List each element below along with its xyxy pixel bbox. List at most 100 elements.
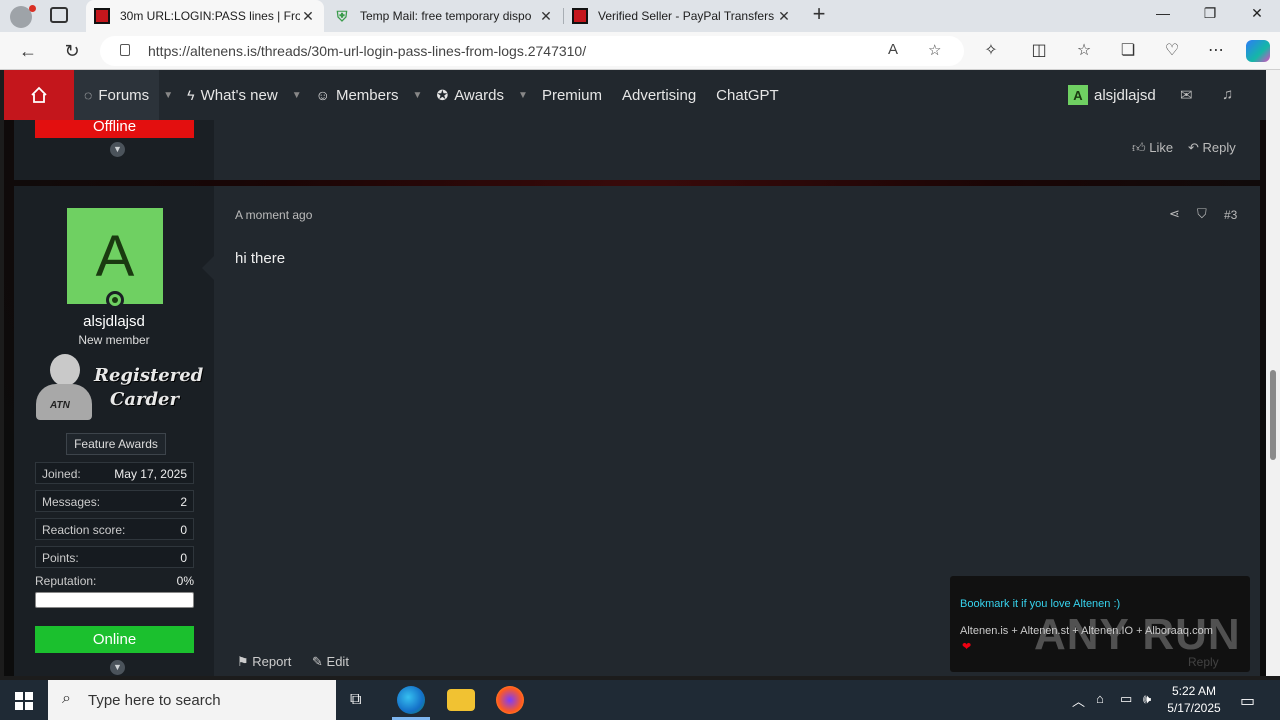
close-tab-icon[interactable]: ✕	[300, 8, 316, 25]
stat-label: Joined:	[42, 467, 81, 481]
url-field[interactable]: https://altenens.is/threads/30m-url-logi…	[100, 36, 964, 66]
stat-joined: Joined: May 17, 2025	[35, 462, 194, 484]
stat-messages[interactable]: Messages: 2	[35, 490, 194, 512]
bolt-icon: ϟ	[187, 87, 195, 103]
bell-icon[interactable]: ♫	[1222, 86, 1233, 103]
windows-start-icon[interactable]	[15, 692, 33, 710]
forum-icon: ◌	[84, 87, 93, 103]
like-label: Like	[1149, 140, 1174, 155]
nav-members[interactable]: ☺ Members	[306, 70, 409, 120]
network-icon[interactable]: ⌂	[1096, 691, 1104, 706]
rank-badge-text: ATN	[50, 400, 70, 411]
volume-icon[interactable]: 🕪︎	[1143, 691, 1151, 707]
nav-chatgpt[interactable]: ChatGPT	[706, 70, 789, 120]
stat-value: 0	[180, 523, 187, 537]
browser-tab-strip: 30m URL:LOGIN:PASS lines | From ✕ ⛨ Temp…	[0, 0, 1280, 32]
nav-label: Advertising	[621, 86, 697, 104]
chevron-down-icon[interactable]: ▼	[110, 660, 125, 675]
nav-advertising[interactable]: Advertising	[612, 70, 706, 120]
favorite-star-icon[interactable]: ☆	[928, 41, 941, 59]
scrollbar-thumb[interactable]	[1270, 370, 1276, 460]
file-explorer-icon[interactable]	[447, 689, 475, 711]
edit-button[interactable]: ✎ Edit	[312, 654, 349, 670]
bookmark-icon[interactable]: ⛉	[1197, 206, 1207, 222]
browser-essentials-icon[interactable]: ♡	[1160, 40, 1184, 60]
read-aloud-icon[interactable]: A	[888, 41, 898, 58]
post-number-link[interactable]: #3	[1224, 208, 1237, 222]
tab-title: Temp Mail: free temporary dispo	[360, 9, 532, 23]
post-timestamp[interactable]: A moment ago	[235, 208, 312, 222]
report-button[interactable]: ⚑ Report	[237, 654, 291, 670]
stat-reaction-score[interactable]: Reaction score: 0	[35, 518, 194, 540]
envelope-icon[interactable]: ✉	[1180, 86, 1193, 104]
rank-line-1: Registered	[94, 365, 204, 386]
avatar: A	[1068, 85, 1088, 105]
browser-tab-3[interactable]: Verified Seller - PayPal Transfers ✕	[564, 0, 800, 32]
ghost-reply-text: Reply	[1188, 655, 1219, 669]
altenen-icon	[94, 8, 110, 24]
copilot-icon[interactable]	[1246, 40, 1270, 62]
stat-value: 0	[180, 551, 187, 565]
firefox-icon[interactable]	[496, 686, 524, 714]
like-button[interactable]: 👍︎ Like	[1132, 140, 1173, 156]
monitor-icon[interactable]: ▭	[1120, 691, 1132, 707]
home-button[interactable]	[4, 70, 74, 120]
minimize-icon[interactable]: —	[1140, 5, 1186, 21]
user-menu[interactable]: A alsjdlajsd	[1068, 85, 1156, 105]
refresh-icon[interactable]: ↻	[60, 40, 84, 62]
members-icon: ☺	[315, 87, 330, 103]
close-tab-icon[interactable]: ✕	[776, 8, 792, 25]
split-screen-icon[interactable]: ◫	[1027, 40, 1051, 60]
feature-awards-button[interactable]: Feature Awards	[66, 433, 166, 455]
share-icon[interactable]: ⋖	[1169, 206, 1180, 222]
lock-icon[interactable]	[120, 44, 130, 56]
nav-label: ChatGPT	[716, 86, 779, 104]
nav-premium[interactable]: Premium	[532, 70, 612, 120]
altenen-icon	[572, 8, 588, 24]
reply-button[interactable]: ↶ Reply	[1188, 140, 1236, 156]
author-username[interactable]: alsjdlajsd	[14, 313, 214, 330]
close-window-icon[interactable]: ✕	[1234, 5, 1280, 22]
chevron-down-icon[interactable]: ▼	[159, 90, 177, 101]
close-tab-icon[interactable]: ✕	[538, 8, 554, 25]
nav-awards[interactable]: ✪ Awards	[426, 70, 513, 120]
edit-label: Edit	[326, 654, 349, 669]
author-avatar[interactable]: A	[67, 208, 163, 304]
back-arrow-icon[interactable]: ←	[16, 40, 40, 62]
windows-taskbar: ⌕ Type here to search ⧉ ︿ ⌂ ▭ 🕪︎ 5:22 AM…	[0, 680, 1280, 720]
nav-forums[interactable]: ◌ Forums	[74, 70, 160, 120]
chevron-up-icon[interactable]: ︿	[1072, 691, 1085, 710]
more-menu-icon[interactable]: ⋯	[1204, 40, 1228, 60]
stat-label: Reaction score:	[42, 523, 126, 537]
profile-avatar-icon[interactable]	[10, 5, 36, 28]
collections-icon[interactable]: ❏	[1116, 40, 1140, 60]
notifications-icon[interactable]: ▭	[1240, 691, 1255, 711]
browser-tab-2[interactable]: ⛨ Temp Mail: free temporary dispo ✕	[326, 0, 562, 32]
chevron-down-icon[interactable]: ▼	[110, 142, 125, 157]
post-author-sidebar: A alsjdlajsd New member ATN Registered C…	[14, 186, 214, 676]
browser-tab-1[interactable]: 30m URL:LOGIN:PASS lines | From ✕	[86, 0, 324, 32]
home-icon	[31, 86, 47, 103]
chevron-down-icon[interactable]: ▼	[514, 90, 532, 101]
nav-label: Forums	[98, 86, 150, 104]
nav-whats-new[interactable]: ϟ What's new	[177, 70, 287, 120]
chevron-down-icon[interactable]: ▼	[408, 90, 426, 101]
stat-points[interactable]: Points: 0	[35, 546, 194, 568]
tab-actions-icon[interactable]	[50, 7, 68, 23]
edge-icon[interactable]	[397, 686, 425, 714]
new-tab-icon[interactable]: +	[808, 3, 830, 26]
clock-time: 5:22 AM	[1171, 684, 1217, 698]
tab-title: 30m URL:LOGIN:PASS lines | From	[120, 9, 300, 23]
nav-label: Awards	[454, 86, 504, 104]
rank-line-2: Carder	[110, 389, 179, 410]
chevron-down-icon[interactable]: ▼	[288, 90, 306, 101]
favorites-icon[interactable]: ☆	[1072, 40, 1096, 60]
anyrun-watermark: ANY RUN	[1034, 610, 1241, 659]
taskbar-clock[interactable]: 5:22 AM 5/17/2025	[1164, 683, 1224, 717]
taskbar-search[interactable]: ⌕ Type here to search	[48, 680, 336, 720]
restore-icon[interactable]: ❐	[1187, 5, 1233, 22]
task-view-icon[interactable]: ⧉	[350, 691, 361, 709]
page-scrollbar[interactable]	[1266, 70, 1280, 676]
report-label: Report	[252, 654, 292, 669]
extensions-icon[interactable]: ✧	[979, 40, 1003, 60]
